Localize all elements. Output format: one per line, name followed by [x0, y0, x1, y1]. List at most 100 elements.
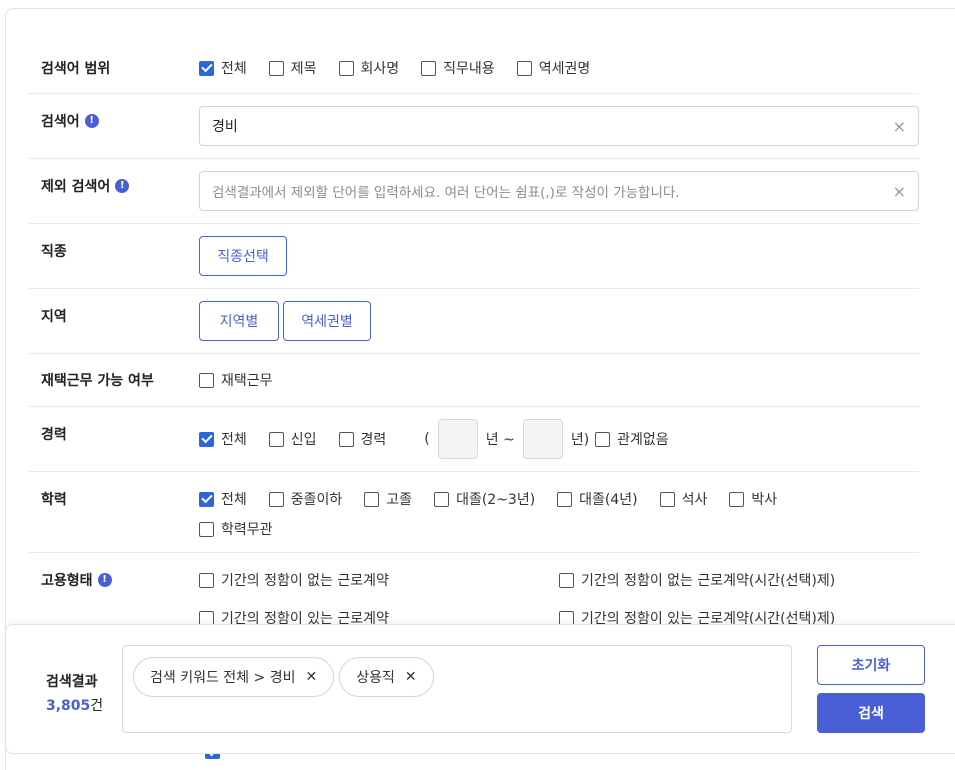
clear-icon[interactable]: ×: [893, 182, 906, 201]
career-row: 경력 전체 신입 경력 ( 년 ~ 년) 관계없음: [28, 407, 919, 472]
career-new-checkbox[interactable]: 신입: [268, 429, 317, 449]
edu-college-checkbox[interactable]: 대졸(2~3년): [434, 489, 535, 509]
checkbox-icon: [199, 521, 214, 537]
job-type-select-button[interactable]: 직종선택: [199, 236, 287, 276]
career-all-checkbox[interactable]: 전체: [199, 429, 247, 449]
checkbox-checked-icon: [199, 431, 214, 447]
edu-doctor-checkbox[interactable]: 박사: [729, 489, 777, 509]
remote-row: 재택근무 가능 여부 재택근무: [28, 354, 919, 407]
edu-any-checkbox[interactable]: 학력무관: [199, 519, 273, 539]
scope-station-checkbox[interactable]: 역세권명: [516, 58, 591, 78]
career-year-from-input[interactable]: [437, 419, 478, 459]
education-options: 전체 중졸이하 고졸 대졸(2~3년) 대졸(4년) 석사 박사 학력무관: [199, 489, 899, 539]
emp-permanent-checkbox[interactable]: 기간의 정함이 없는 근로계약: [199, 570, 559, 590]
checkbox-icon: [421, 60, 437, 76]
option-label: 전체: [221, 492, 247, 508]
info-icon[interactable]: !: [97, 573, 112, 587]
result-count-unit: 건: [90, 698, 104, 714]
option-label: 대졸(4년): [579, 492, 638, 508]
keyword-value: 경비: [212, 119, 238, 135]
reset-button[interactable]: 초기화: [817, 645, 925, 685]
career-label: 경력: [41, 427, 67, 443]
scope-job-desc-checkbox[interactable]: 직무내용: [421, 58, 495, 78]
option-label: 기간의 정함이 없는 근로계약(시간(선택)제): [581, 573, 836, 589]
region-content: 지역별 역세권별: [199, 301, 371, 341]
edu-middle-checkbox[interactable]: 중졸이하: [268, 489, 342, 509]
option-label: 재택근무: [221, 373, 273, 389]
job-type-label: 직종: [41, 244, 67, 260]
option-label: 고졸: [386, 492, 413, 508]
region-select-button[interactable]: 지역별: [199, 301, 279, 341]
open-paren: (: [424, 431, 430, 447]
remove-tag-icon[interactable]: ✕: [405, 669, 417, 685]
search-result-bar: 검색결과 3,805건 검색 키워드 전체 > 경비 ✕ 상용직 ✕ 초기화 검…: [5, 624, 955, 754]
remote-label: 재택근무 가능 여부: [41, 373, 154, 389]
checkbox-icon: [338, 431, 354, 447]
result-count-number: 3,805: [46, 698, 91, 714]
employment-label-text: 고용형태: [41, 573, 93, 589]
exclude-keyword-placeholder: 검색결과에서 제외할 단어를 입력하세요. 여러 단어는 쉼표(,)로 작성이 …: [212, 185, 680, 201]
option-label: 관계없음: [617, 432, 669, 448]
filter-tag: 검색 키워드 전체 > 경비 ✕: [133, 657, 335, 697]
result-count: 3,805건: [46, 695, 103, 715]
remote-checkbox[interactable]: 재택근무: [199, 370, 273, 390]
career-any-checkbox[interactable]: 관계없음: [595, 429, 669, 449]
info-icon[interactable]: !: [115, 179, 130, 193]
education-label: 학력: [41, 492, 67, 508]
scope-company-checkbox[interactable]: 회사명: [338, 58, 399, 78]
exclude-keyword-input[interactable]: 검색결과에서 제외할 단어를 입력하세요. 여러 단어는 쉼표(,)로 작성이 …: [199, 171, 919, 211]
year-to-suffix: 년): [570, 432, 590, 448]
checkbox-checked-icon: [199, 60, 214, 76]
checkbox-icon: [199, 572, 214, 588]
option-label: 신입: [290, 432, 317, 448]
keyword-label-text: 검색어: [41, 114, 80, 130]
option-label: 제목: [290, 61, 317, 77]
edu-master-checkbox[interactable]: 석사: [659, 489, 708, 509]
exclude-keyword-row: 제외 검색어 ! 검색결과에서 제외할 단어를 입력하세요. 여러 단어는 쉼표…: [28, 159, 919, 224]
edu-university-checkbox[interactable]: 대졸(4년): [557, 489, 638, 509]
option-label: 전체: [221, 61, 247, 77]
option-label: 대졸(2~3년): [456, 492, 536, 508]
option-label: 전체: [221, 432, 247, 448]
education-row: 학력 전체 중졸이하 고졸 대졸(2~3년) 대졸(4년) 석사 박사 학력무관: [28, 472, 919, 553]
region-row: 지역 지역별 역세권별: [28, 289, 919, 354]
keyword-row: 검색어 ! 경비 ×: [28, 94, 919, 159]
option-label: 직무내용: [443, 61, 495, 77]
keyword-input[interactable]: 경비 ×: [199, 106, 919, 146]
remove-tag-icon[interactable]: ✕: [305, 669, 317, 685]
info-icon[interactable]: !: [84, 114, 99, 128]
edu-all-checkbox[interactable]: 전체: [199, 489, 247, 509]
exclude-keyword-label-text: 제외 검색어: [41, 179, 111, 195]
education-options-line-2: 학력무관: [199, 519, 899, 539]
search-scope-row: 검색어 범위 전체 제목 회사명 직무내용 역세권명: [28, 40, 919, 94]
option-label: 역세권명: [538, 61, 591, 77]
job-type-content: 직종선택: [199, 236, 287, 276]
clear-icon[interactable]: ×: [893, 117, 906, 136]
checkbox-checked-icon: [199, 491, 214, 507]
checkbox-icon: [338, 60, 354, 76]
education-options-line-1: 전체 중졸이하 고졸 대졸(2~3년) 대졸(4년) 석사 박사: [199, 489, 899, 509]
career-experienced-checkbox[interactable]: 경력: [338, 429, 387, 449]
edu-high-checkbox[interactable]: 고졸: [364, 489, 412, 509]
emp-permanent-parttime-checkbox[interactable]: 기간의 정함이 없는 근로계약(시간(선택)제): [559, 570, 835, 590]
scope-title-checkbox[interactable]: 제목: [268, 58, 317, 78]
search-scope-options: 전체 제목 회사명 직무내용 역세권명: [199, 58, 590, 78]
search-button[interactable]: 검색: [817, 693, 925, 733]
checkbox-icon: [364, 491, 380, 507]
station-select-button[interactable]: 역세권별: [283, 301, 371, 341]
option-label: 석사: [681, 492, 708, 508]
checkbox-icon: [595, 431, 611, 447]
filter-tag: 상용직 ✕: [339, 657, 434, 697]
checkbox-icon: [199, 372, 214, 388]
employment-row: 고용형태 ! 기간의 정함이 없는 근로계약 기간의 정함이 없는 근로계약(시…: [28, 553, 919, 633]
scope-all-checkbox[interactable]: 전체: [199, 58, 247, 78]
checkbox-icon: [729, 491, 745, 507]
career-year-to-input[interactable]: [522, 419, 563, 459]
checkbox-icon: [268, 491, 284, 507]
checkbox-icon: [559, 572, 574, 588]
employment-options-line-1: 기간의 정함이 없는 근로계약 기간의 정함이 없는 근로계약(시간(선택)제): [199, 570, 919, 590]
checkbox-icon: [516, 60, 532, 76]
employment-label: 고용형태 !: [41, 570, 112, 590]
exclude-keyword-label: 제외 검색어 !: [41, 176, 130, 196]
option-label: 경력: [360, 432, 387, 448]
